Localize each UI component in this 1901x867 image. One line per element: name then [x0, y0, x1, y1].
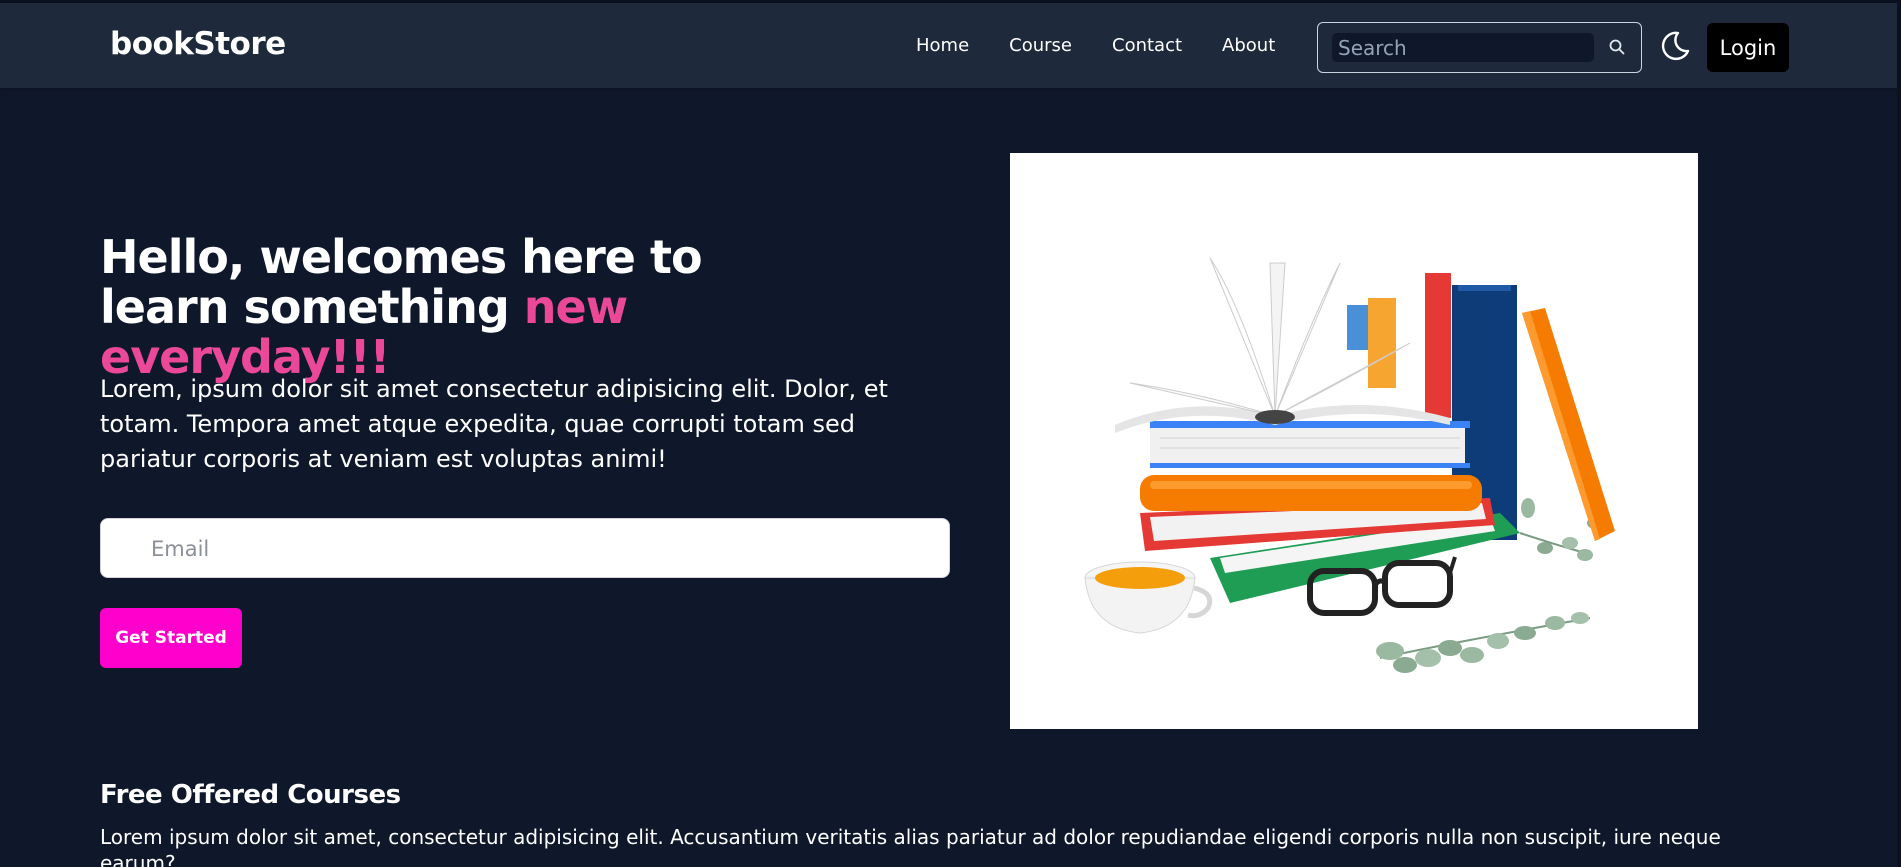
section-title: Free Offered Courses	[100, 780, 401, 810]
navbar: bookStore Home Course Contact About Logi…	[0, 3, 1901, 88]
nav-link-home[interactable]: Home	[916, 35, 969, 56]
section-description: Lorem ipsum dolor sit amet, consectetur …	[100, 825, 1721, 867]
page: bookStore Home Course Contact About Logi…	[0, 0, 1901, 867]
nav-link-about[interactable]: About	[1222, 35, 1275, 56]
email-field	[100, 518, 950, 578]
moon-icon[interactable]	[1658, 29, 1692, 63]
stacked-books	[1140, 421, 1520, 603]
nav-link-contact[interactable]: Contact	[1112, 35, 1182, 56]
nav-link-course[interactable]: Course	[1009, 35, 1072, 56]
hero-title: Hello, welcomes here to learn something …	[100, 232, 820, 382]
hero-description: Lorem, ipsum dolor sit amet consectetur …	[100, 375, 888, 473]
hero-image	[1010, 153, 1698, 729]
nav-links: Home Course Contact About	[916, 35, 1275, 56]
search-icon[interactable]	[1608, 38, 1626, 56]
scrollbar-track[interactable]	[1897, 0, 1901, 867]
email-input[interactable]	[151, 534, 911, 564]
get-started-button[interactable]: Get Started	[100, 608, 242, 668]
open-book	[1115, 257, 1450, 433]
books-illustration	[1084, 257, 1615, 673]
eucalyptus-branch	[1376, 612, 1591, 673]
search-input[interactable]	[1332, 33, 1594, 62]
tea-cup	[1084, 561, 1213, 634]
search-box	[1317, 22, 1642, 73]
logo[interactable]: bookStore	[110, 26, 286, 62]
login-button[interactable]: Login	[1707, 23, 1789, 72]
